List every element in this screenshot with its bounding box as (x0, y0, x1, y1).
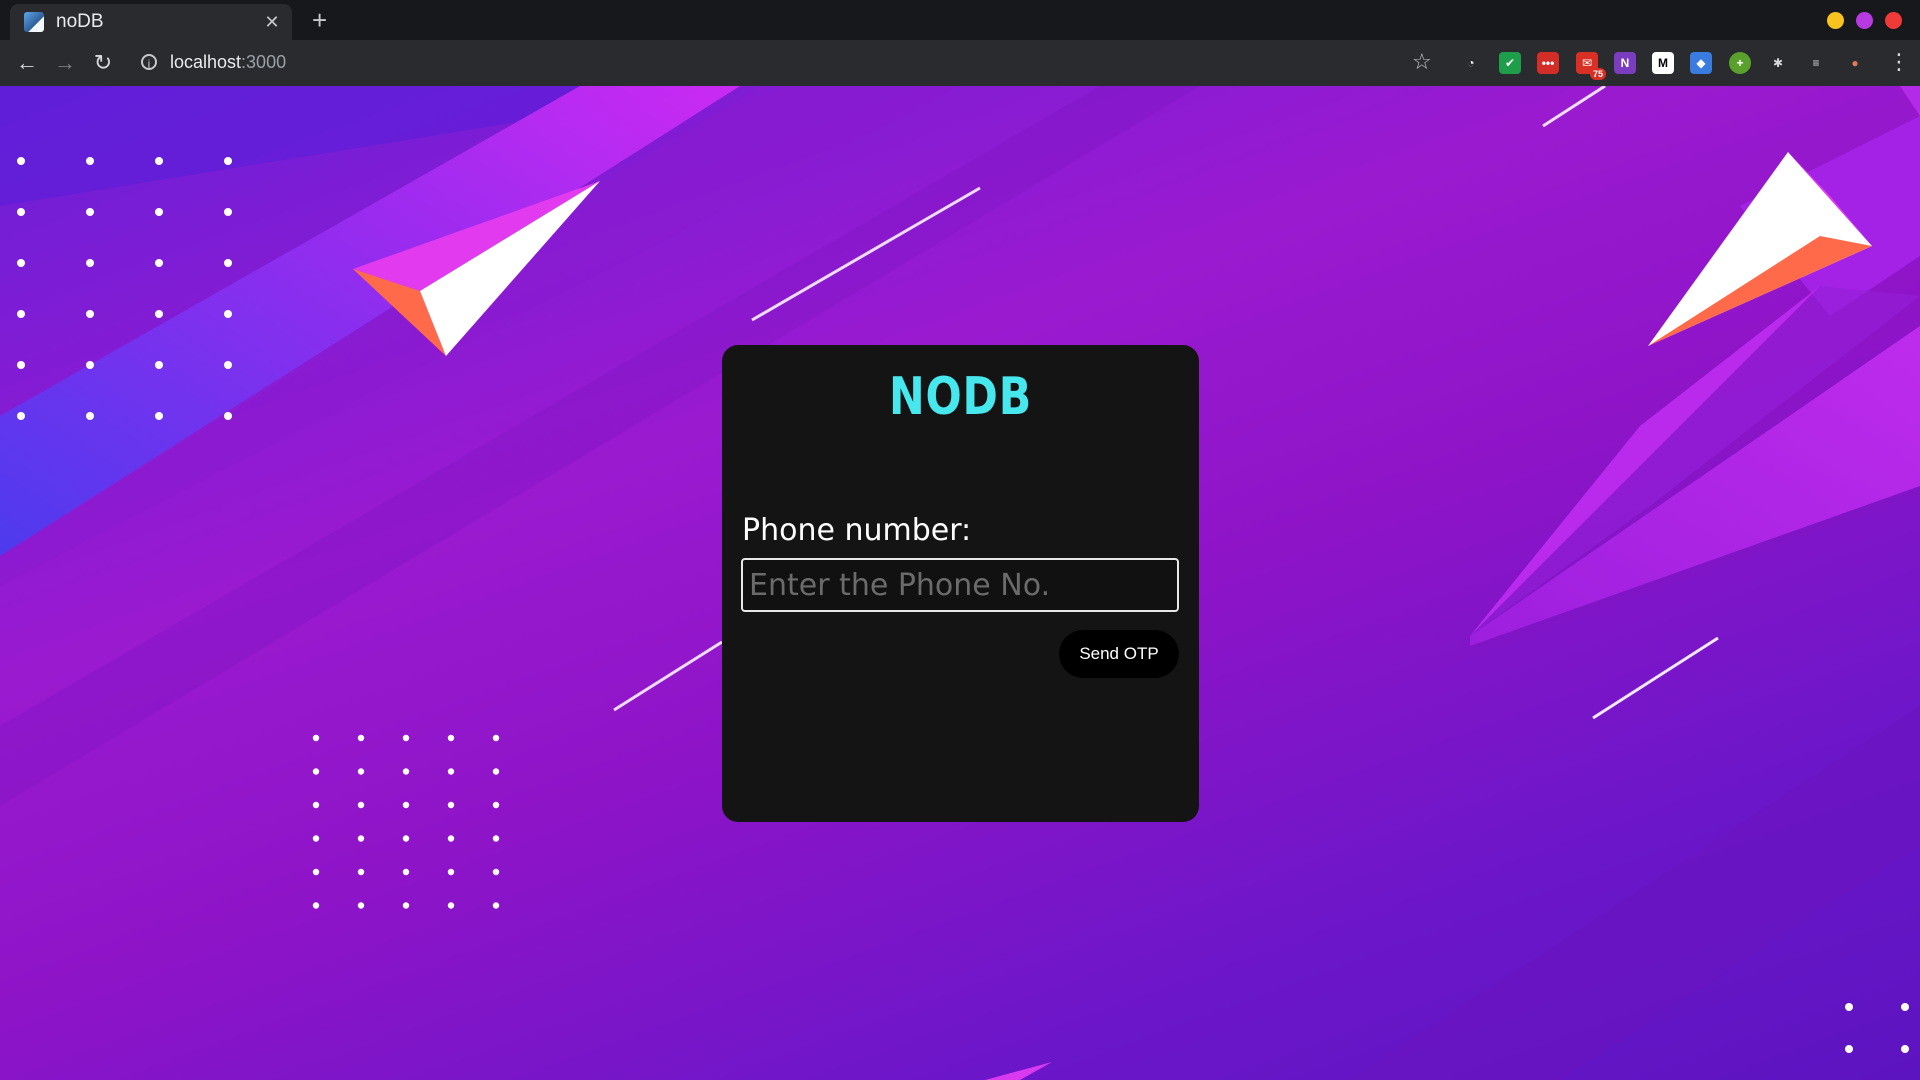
medium-extension-icon[interactable]: M (1652, 52, 1674, 74)
brand-logo: NODB (888, 367, 1033, 427)
decorative-dot (357, 768, 365, 775)
send-otp-button[interactable]: Send OTP (1059, 630, 1179, 678)
mail-badge: 75 (1589, 68, 1606, 80)
decorative-dot (492, 801, 500, 809)
decorative-dot (402, 835, 410, 842)
plus-extension-icon[interactable]: + (1729, 52, 1751, 74)
decorative-dot (224, 208, 232, 216)
decorative-dot (447, 768, 455, 775)
decorative-dot (86, 157, 94, 165)
favicon-icon (24, 12, 44, 32)
mail-extension-icon[interactable]: ✉ 75 (1576, 52, 1606, 80)
decorative-dot (357, 835, 365, 842)
incognito-extension-icon[interactable]: ◔ (1460, 52, 1482, 74)
decorative-dot (492, 868, 500, 876)
decorative-dot (17, 310, 25, 318)
decorative-dot (224, 310, 232, 318)
decorative-dot (86, 208, 94, 216)
phone-number-input[interactable] (741, 558, 1179, 612)
reload-button[interactable]: ↻ (88, 49, 118, 77)
window-maximize-button[interactable] (1856, 12, 1873, 29)
decorative-dot (357, 734, 365, 742)
decorative-dot (17, 157, 25, 165)
bookmark-star-icon[interactable]: ☆ (1412, 49, 1432, 75)
vpn-extension-icon[interactable]: ◆ (1690, 52, 1712, 74)
window-close-button[interactable] (1885, 12, 1902, 29)
decorative-dot (492, 768, 500, 775)
tab-close-icon[interactable]: ✕ (258, 12, 286, 33)
decorative-dot (447, 902, 455, 909)
decorative-dot (155, 412, 163, 420)
decorative-dot (402, 734, 410, 742)
profile-avatar[interactable]: ● (1844, 52, 1866, 74)
decorative-dot (402, 768, 410, 775)
phone-number-label: Phone number: (742, 513, 972, 548)
decorative-dot (155, 310, 163, 318)
decorative-dot (86, 259, 94, 267)
decorative-dot (357, 868, 365, 876)
lastpass-extension-icon[interactable]: ••• (1537, 52, 1559, 74)
browser-tab[interactable]: noDB ✕ (10, 4, 292, 40)
decorative-dot (447, 734, 455, 742)
decorative-dot (312, 868, 320, 876)
decorative-dot (224, 412, 232, 420)
decorative-dot (312, 734, 320, 742)
decorative-dot (155, 208, 163, 216)
decorative-dot (155, 157, 163, 165)
url-port: :3000 (241, 52, 287, 72)
decorative-dot (17, 208, 25, 216)
browser-tab-bar: noDB ✕ + (0, 0, 1920, 41)
window-minimize-button[interactable] (1827, 12, 1844, 29)
decorative-dot (402, 868, 410, 876)
puzzle-extension-icon[interactable]: ✱ (1767, 52, 1789, 74)
browser-toolbar: ← → ↻ i localhost:3000 ☆ ◔ ✔ ••• ✉ 75 N M… (0, 41, 1920, 87)
decorative-dot (492, 734, 500, 742)
browser-menu-icon[interactable]: ⋮ (1888, 49, 1910, 75)
onenote-extension-icon[interactable]: N (1614, 52, 1636, 74)
decorative-dot (224, 259, 232, 267)
decorative-dot (402, 902, 410, 909)
decorative-dot (492, 902, 500, 909)
decorative-dot (312, 801, 320, 809)
decorative-dot (86, 310, 94, 318)
decorative-dot (447, 868, 455, 876)
site-info-icon[interactable]: i (141, 54, 157, 71)
decorative-dot (312, 902, 320, 909)
url-host: localhost (170, 52, 242, 72)
forward-button[interactable]: → (50, 49, 80, 77)
media-control-icon[interactable]: ≡ (1805, 52, 1827, 74)
page-content: NODB Phone number: Send OTP (0, 86, 1920, 1080)
login-card: NODB Phone number: Send OTP (722, 345, 1199, 822)
decorative-dot (357, 902, 365, 909)
decorative-dot (402, 801, 410, 809)
decorative-dot (224, 157, 232, 165)
decorative-dot (17, 361, 25, 369)
decorative-dot (17, 259, 25, 267)
decorative-dot (312, 768, 320, 775)
decorative-dot (155, 259, 163, 267)
tab-title: noDB (56, 11, 104, 32)
shield-extension-icon[interactable]: ✔ (1499, 52, 1521, 74)
decorative-dot (17, 412, 25, 420)
decorative-dot (86, 361, 94, 369)
decorative-dot (492, 835, 500, 842)
decorative-dot (86, 412, 94, 420)
new-tab-button[interactable]: + (312, 6, 327, 34)
address-bar[interactable]: localhost:3000 (170, 52, 286, 73)
decorative-dot (224, 361, 232, 369)
decorative-dot (312, 835, 320, 842)
decorative-dot (357, 801, 365, 809)
decorative-dot (155, 361, 163, 369)
decorative-dot (447, 835, 455, 842)
decorative-dot (447, 801, 455, 809)
back-button[interactable]: ← (12, 49, 42, 77)
